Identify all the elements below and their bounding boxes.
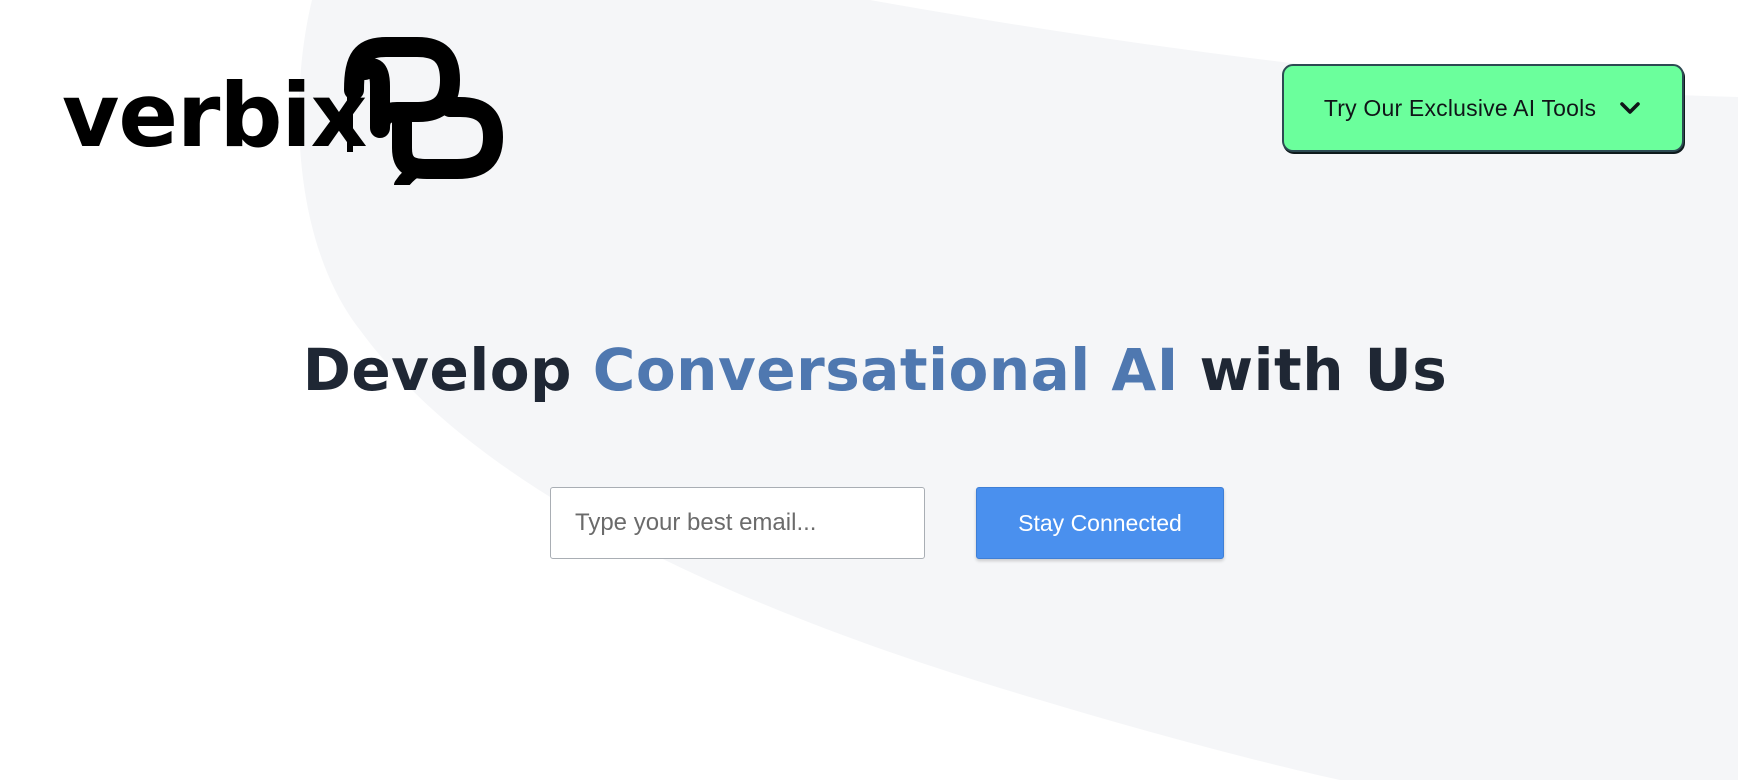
chevron-down-icon xyxy=(1618,96,1642,120)
hero-title-start: Develop xyxy=(302,336,593,404)
hero-title-end: with Us xyxy=(1178,336,1448,404)
brand-wordmark: verbix xyxy=(62,64,367,167)
email-input[interactable] xyxy=(550,487,925,559)
try-ai-tools-dropdown-button[interactable]: Try Our Exclusive AI Tools xyxy=(1282,64,1684,152)
tools-button-label: Try Our Exclusive AI Tools xyxy=(1323,94,1597,121)
verbix-logo[interactable]: verbix xyxy=(62,30,522,185)
hero-title-accent: Conversational AI xyxy=(592,336,1179,404)
hero-title: Develop Conversational AI with Us xyxy=(0,336,1738,404)
speech-bubbles-logo-icon xyxy=(344,37,503,185)
stay-connected-button[interactable]: Stay Connected xyxy=(976,487,1224,559)
landing-page: verbix Try Our Exclusive AI Tools Develo… xyxy=(0,0,1738,780)
